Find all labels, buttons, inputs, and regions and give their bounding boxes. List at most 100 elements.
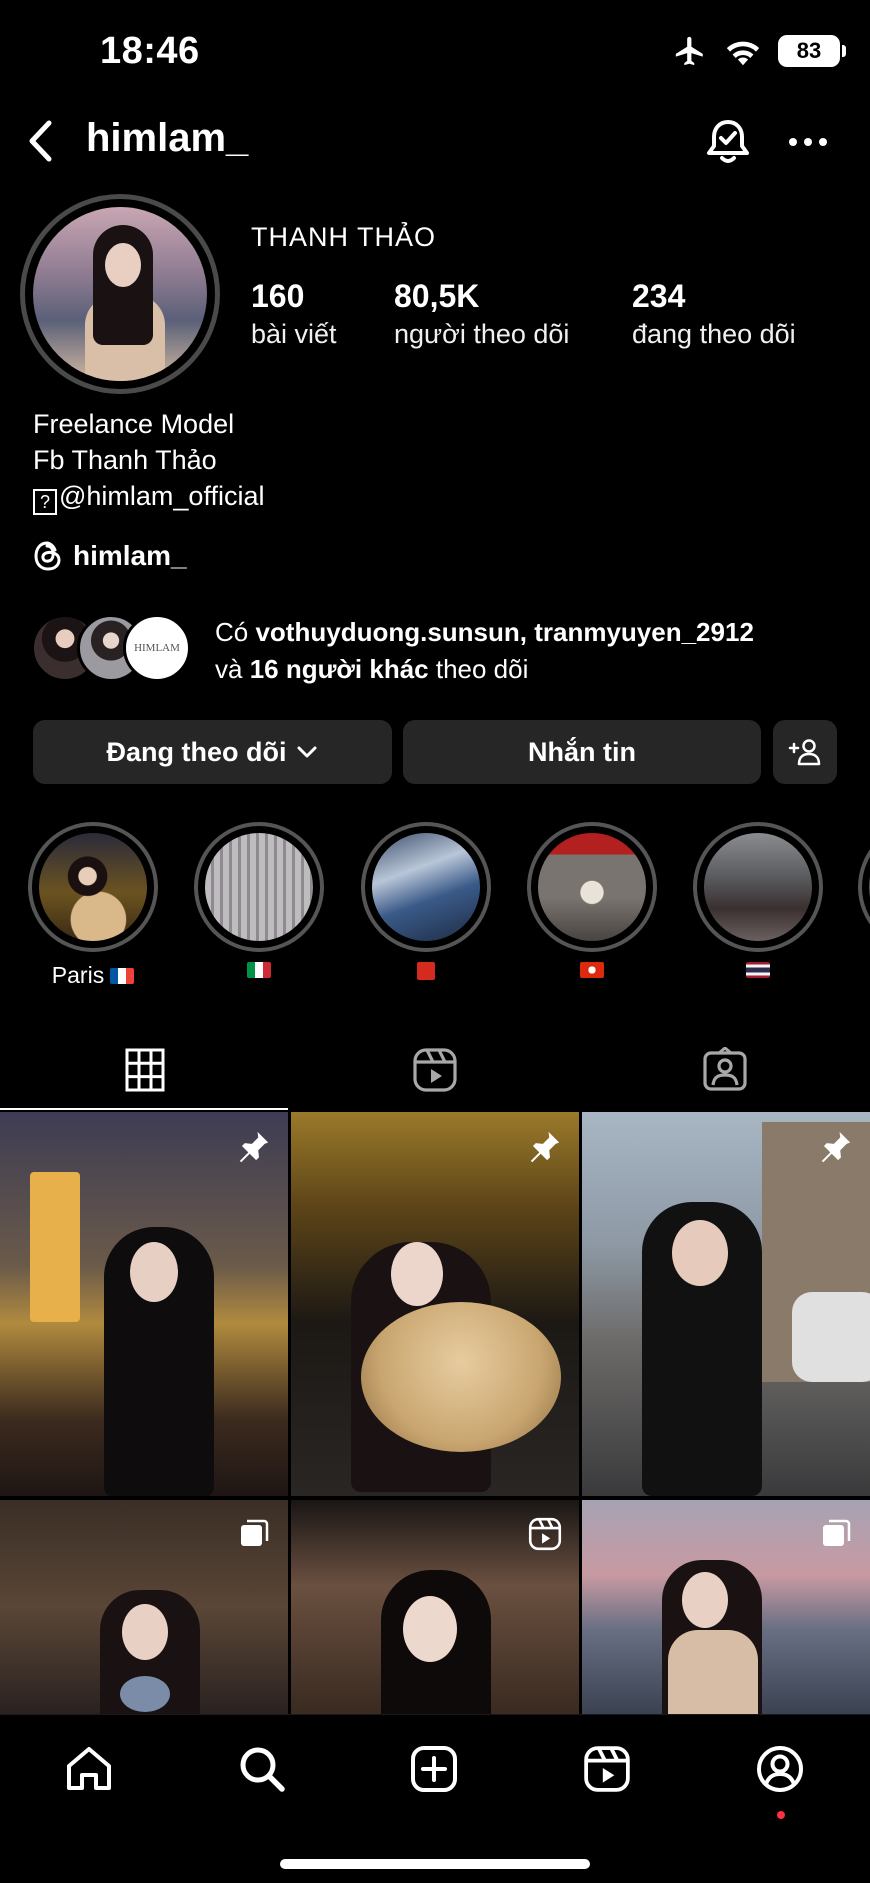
unknown-glyph-icon: ? (33, 489, 57, 515)
status-time: 18:46 (100, 30, 200, 72)
italy-flag-icon (247, 962, 271, 978)
back-button[interactable] (18, 116, 62, 166)
nav-reels[interactable] (575, 1737, 639, 1801)
reels-icon (525, 1514, 565, 1554)
bio-line: Freelance Model (33, 409, 235, 439)
message-button[interactable]: Nhắn tin (403, 720, 761, 784)
story-highlight[interactable]: Paris (27, 822, 159, 989)
threads-icon (34, 541, 61, 571)
highlight-label (692, 962, 824, 978)
bio: Freelance Model Fb Thanh Thảo ? @himlam_o… (33, 406, 264, 515)
profile-avatar[interactable] (20, 194, 220, 394)
highlight-ring (28, 822, 158, 952)
grid-post[interactable] (291, 1500, 579, 1714)
avatar-image (33, 207, 207, 381)
profile-tabs (0, 1030, 870, 1110)
story-highlight[interactable] (526, 822, 658, 978)
highlight-ring (361, 822, 491, 952)
highlight-ring (527, 822, 657, 952)
bottom-navigation (0, 1714, 870, 1883)
grid-post[interactable] (0, 1500, 288, 1714)
switzerland-flag-icon (417, 962, 435, 980)
thailand-flag-icon (746, 962, 770, 978)
bio-line: Fb Thanh Thảo (33, 445, 217, 475)
chevron-left-icon (29, 120, 52, 162)
highlight-label: Paris (27, 962, 159, 989)
search-icon (240, 1747, 285, 1792)
profile-icon (757, 1746, 803, 1792)
story-highlight[interactable] (858, 822, 870, 952)
highlight-title: Paris (51, 962, 105, 988)
home-icon (67, 1747, 111, 1790)
tab-reels[interactable] (290, 1030, 580, 1110)
stat-posts-count: 160 (251, 278, 305, 314)
tagged-person-icon (703, 1047, 747, 1091)
mutual-and: và (215, 654, 250, 684)
airplane-icon (675, 36, 703, 66)
bell-check-icon (707, 120, 749, 163)
carousel-icon (234, 1514, 274, 1554)
grid-post[interactable] (0, 1112, 288, 1496)
stat-following-count: 234 (632, 278, 686, 314)
story-highlight[interactable] (360, 822, 492, 980)
following-button[interactable]: Đang theo dõi (33, 720, 392, 784)
tab-tagged[interactable] (580, 1030, 870, 1110)
tab-posts-grid[interactable] (0, 1030, 290, 1110)
create-post-icon (411, 1746, 457, 1792)
nav-create[interactable] (402, 1737, 466, 1801)
grid-post[interactable] (582, 1500, 870, 1714)
more-horizontal-icon (789, 138, 827, 146)
avatar-logo-text: HIMLAM (134, 642, 180, 654)
notifications-button[interactable] (700, 114, 756, 170)
message-button-label: Nhắn tin (528, 736, 636, 767)
reels-icon (584, 1746, 630, 1792)
bio-mention-line[interactable]: ? @himlam_official (33, 478, 264, 515)
reels-icon (413, 1048, 457, 1092)
highlight-label (193, 962, 325, 978)
nav-home[interactable] (57, 1737, 121, 1801)
home-indicator (280, 1859, 590, 1869)
mutual-others: 16 người khác (249, 654, 429, 684)
mutual-suffix: theo dõi (428, 654, 529, 684)
grid-post[interactable] (582, 1112, 870, 1496)
header-username: himlam_ (86, 116, 249, 160)
nav-search[interactable] (230, 1737, 294, 1801)
wifi-icon (726, 41, 760, 66)
suggest-people-button[interactable] (773, 720, 837, 784)
active-tab-indicator (0, 1108, 288, 1110)
notification-dot (777, 1811, 785, 1819)
stat-followers-label: người theo dõi (394, 319, 570, 349)
stat-posts-label: bài viết (251, 319, 337, 349)
chevron-down-icon (297, 746, 317, 758)
highlight-ring (858, 822, 870, 952)
mutual-followers[interactable]: HIMLAM Có vothuyduong.sunsun, tranmyuyen… (31, 614, 851, 694)
stat-followers[interactable]: 80,5K người theo dõi (394, 278, 569, 350)
grid-post[interactable] (291, 1112, 579, 1496)
status-icons: 83 (672, 34, 846, 68)
pin-icon (525, 1126, 565, 1166)
profile-header: himlam_ (0, 108, 870, 174)
nav-profile[interactable] (748, 1737, 812, 1801)
highlight-label (360, 962, 492, 980)
stat-posts[interactable]: 160 bài viết (251, 278, 337, 350)
hong-kong-flag-icon (580, 962, 604, 978)
carousel-icon (816, 1514, 856, 1554)
pin-icon (816, 1126, 856, 1166)
stat-following-label: đang theo dõi (632, 319, 796, 349)
avatar: HIMLAM (123, 614, 191, 682)
add-person-icon (788, 739, 821, 766)
display-name: THANH THẢO (251, 222, 437, 252)
mutual-names: vothuyduong.sunsun, tranmyuyen_2912 (255, 617, 754, 647)
story-highlight[interactable] (193, 822, 325, 978)
grid-icon (125, 1048, 165, 1092)
mutual-prefix: Có (215, 617, 256, 647)
stat-following[interactable]: 234 đang theo dõi (632, 278, 796, 350)
more-options-button[interactable] (780, 114, 836, 170)
bio-mention[interactable]: @himlam_official (59, 481, 264, 511)
threads-link[interactable]: himlam_ (33, 540, 187, 572)
mutual-avatars: HIMLAM (31, 614, 201, 684)
highlight-ring (693, 822, 823, 952)
france-flag-icon (110, 967, 135, 984)
story-highlight[interactable] (692, 822, 824, 978)
highlight-ring (194, 822, 324, 952)
